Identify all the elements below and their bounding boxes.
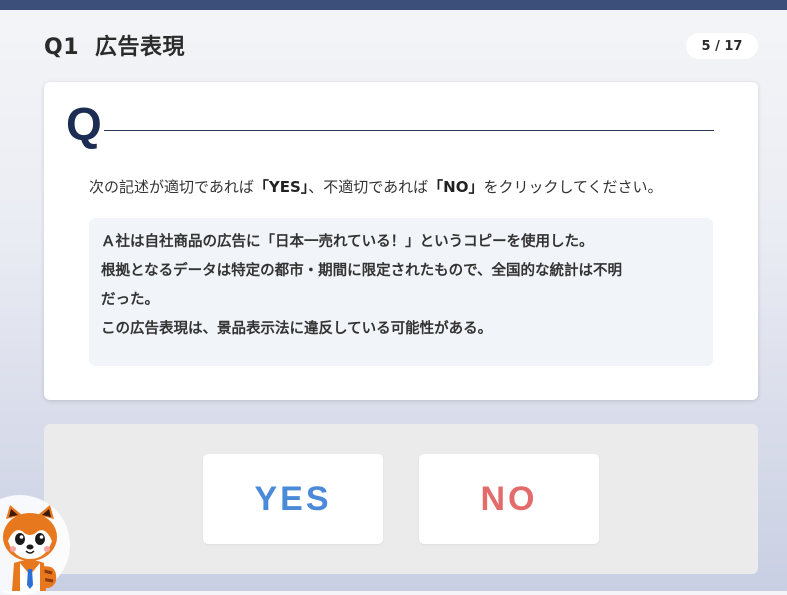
progress-counter: 5 / 17 [686, 33, 758, 59]
instruction-mid: 、不適切であれば [308, 178, 429, 196]
statement-line: だった。 [101, 292, 159, 308]
question-number: Q1 [44, 35, 80, 60]
no-button[interactable]: NO [419, 454, 599, 544]
top-bar [0, 0, 787, 10]
statement-line: Ａ社は自社商品の広告に「日本一売れている！」というコピーを使用した。 [101, 234, 594, 250]
instruction-yes: 「YES」 [253, 178, 309, 196]
answer-panel: YES NO [44, 424, 758, 574]
q-mark: Q [66, 98, 102, 150]
statement-line: 根拠となるデータは特定の都市・期間に限定されたもので、全国的な統計は不明 [101, 263, 622, 279]
question-card: Q 次の記述が適切であれば「YES」、不適切であれば「NO」をクリックしてくださ… [44, 82, 758, 400]
yes-button[interactable]: YES [203, 454, 383, 544]
question-category: 広告表現 [95, 35, 186, 60]
red-panda-mascot-icon [3, 505, 57, 591]
instruction-no: 「NO」 [428, 178, 484, 196]
statement-line: この広告表現は、景品表示法に違反している可能性がある。 [101, 321, 493, 337]
statement-box: Ａ社は自社商品の広告に「日本一売れている！」というコピーを使用した。 根拠となる… [89, 218, 713, 366]
instruction-pre: 次の記述が適切であれば [89, 178, 254, 196]
q-divider [104, 130, 714, 131]
instruction-text: 次の記述が適切であれば「YES」、不適切であれば「NO」をクリックしてください。 [89, 176, 663, 197]
page-title: Q1 広告表現 [44, 29, 185, 61]
instruction-post: をクリックしてください。 [483, 178, 663, 196]
